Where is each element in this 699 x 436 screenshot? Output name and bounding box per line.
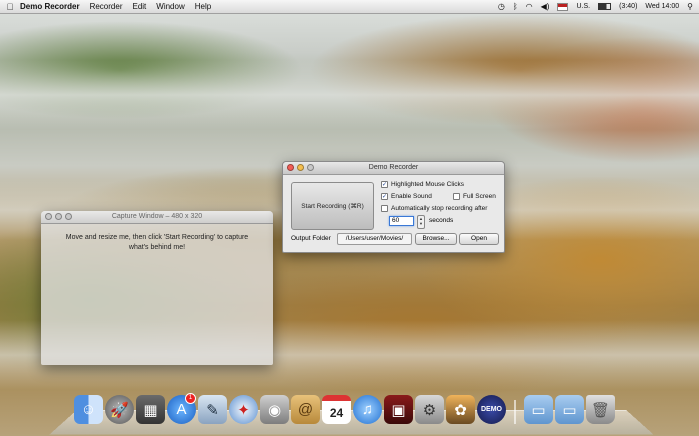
close-icon[interactable] bbox=[287, 164, 294, 171]
demo-recorder-app-icon[interactable]: DEMO bbox=[477, 395, 506, 424]
mission-control-icon[interactable]: ▦ bbox=[136, 395, 165, 424]
full-screen-checkbox[interactable] bbox=[453, 193, 460, 200]
zoom-icon[interactable] bbox=[65, 213, 72, 220]
iphoto-icon[interactable]: ✿ bbox=[446, 395, 475, 424]
highlight-clicks-checkbox[interactable]: ✓ bbox=[381, 181, 388, 188]
downloads-folder-icon[interactable]: ▭ bbox=[555, 395, 584, 424]
start-recording-button[interactable]: Start Recording (⌘R) bbox=[291, 182, 374, 230]
menu-window[interactable]: Window bbox=[156, 2, 184, 11]
capture-window[interactable]: Capture Window – 480 x 320 Move and resi… bbox=[41, 211, 273, 365]
close-icon[interactable] bbox=[45, 213, 52, 220]
output-folder-label: Output Folder bbox=[291, 235, 331, 242]
app-store-icon[interactable]: A1 bbox=[167, 393, 196, 424]
zoom-icon[interactable] bbox=[307, 164, 314, 171]
app-store-badge: 1 bbox=[185, 393, 196, 404]
enable-sound-label: Enable Sound bbox=[391, 193, 432, 200]
applications-folder-icon[interactable]: ▭ bbox=[524, 395, 553, 424]
menu-help[interactable]: Help bbox=[195, 2, 211, 11]
minimize-icon[interactable] bbox=[55, 213, 62, 220]
highlight-clicks-option[interactable]: ✓ Highlighted Mouse Clicks bbox=[381, 181, 464, 188]
safari-icon[interactable]: ✦ bbox=[229, 395, 258, 424]
capture-window-message: Move and resize me, then click 'Start Re… bbox=[65, 234, 249, 251]
contacts-icon[interactable]: @ bbox=[291, 395, 320, 424]
browse-button[interactable]: Browse... bbox=[415, 233, 457, 245]
trash-icon[interactable]: 🗑 bbox=[586, 395, 615, 424]
battery-time[interactable]: (3:40) bbox=[619, 3, 637, 10]
enable-sound-checkbox[interactable]: ✓ bbox=[381, 193, 388, 200]
mist-band bbox=[0, 60, 699, 130]
full-screen-option[interactable]: Full Screen bbox=[453, 193, 496, 200]
highlight-clicks-label: Highlighted Mouse Clicks bbox=[391, 181, 464, 188]
capture-window-titlebar[interactable]: Capture Window – 480 x 320 bbox=[41, 211, 273, 224]
seconds-stepper[interactable]: ▲ ▼ bbox=[417, 215, 425, 229]
time-machine-icon[interactable]: ◷ bbox=[498, 2, 505, 11]
output-path-field[interactable]: /Users/user/Movies/ bbox=[337, 233, 412, 245]
facetime-icon[interactable]: ◉ bbox=[260, 395, 289, 424]
volume-icon[interactable]: ◀) bbox=[541, 2, 550, 11]
itunes-icon[interactable]: ♫ bbox=[353, 395, 382, 424]
calendar-icon[interactable]: 24 bbox=[322, 395, 351, 424]
demo-label: DEMO bbox=[481, 406, 502, 413]
photo-booth-icon[interactable]: ▣ bbox=[384, 395, 413, 424]
dock: ☺ 🚀 ▦ A1 ✎ ✦ ◉ @ 24 ♫ ▣ ⚙ ✿ DEMO ▭ ▭ 🗑 bbox=[74, 393, 615, 424]
dock-separator bbox=[514, 400, 516, 424]
spotlight-icon[interactable]: ⚲ bbox=[687, 2, 693, 11]
open-button[interactable]: Open bbox=[459, 233, 499, 245]
full-screen-label: Full Screen bbox=[463, 193, 496, 200]
launchpad-icon[interactable]: 🚀 bbox=[105, 395, 134, 424]
seconds-input[interactable]: 60 bbox=[389, 216, 414, 226]
flag-icon[interactable] bbox=[557, 2, 569, 11]
demo-recorder-window[interactable]: Demo Recorder Start Recording (⌘R) ✓ Hig… bbox=[282, 161, 505, 253]
menubar:  Demo Recorder Recorder Edit Window Hel… bbox=[0, 0, 699, 14]
finder-icon[interactable]: ☺ bbox=[74, 395, 103, 424]
minimize-icon[interactable] bbox=[297, 164, 304, 171]
preview-icon[interactable]: ✎ bbox=[198, 395, 227, 424]
auto-stop-checkbox[interactable] bbox=[381, 205, 388, 212]
menu-edit[interactable]: Edit bbox=[132, 2, 146, 11]
apple-icon[interactable]:  bbox=[0, 2, 20, 12]
calendar-day: 24 bbox=[329, 405, 344, 420]
wifi-icon[interactable]: ◠ bbox=[526, 2, 533, 11]
clock[interactable]: Wed 14:00 bbox=[645, 3, 679, 10]
battery-icon[interactable] bbox=[598, 3, 612, 10]
auto-stop-option[interactable]: Automatically stop recording after bbox=[381, 205, 487, 212]
menu-recorder[interactable]: Recorder bbox=[90, 2, 123, 11]
system-preferences-icon[interactable]: ⚙ bbox=[415, 395, 444, 424]
input-source-label[interactable]: U.S. bbox=[576, 3, 590, 10]
bluetooth-icon[interactable]: ᛒ bbox=[513, 2, 518, 11]
enable-sound-option[interactable]: ✓ Enable Sound bbox=[381, 193, 432, 200]
recorder-title: Demo Recorder bbox=[368, 164, 419, 171]
auto-stop-label: Automatically stop recording after bbox=[391, 205, 488, 212]
seconds-label: seconds bbox=[429, 217, 454, 224]
menu-app-name[interactable]: Demo Recorder bbox=[20, 2, 80, 11]
recorder-titlebar[interactable]: Demo Recorder bbox=[283, 162, 504, 175]
capture-window-title: Capture Window – 480 x 320 bbox=[111, 213, 203, 220]
